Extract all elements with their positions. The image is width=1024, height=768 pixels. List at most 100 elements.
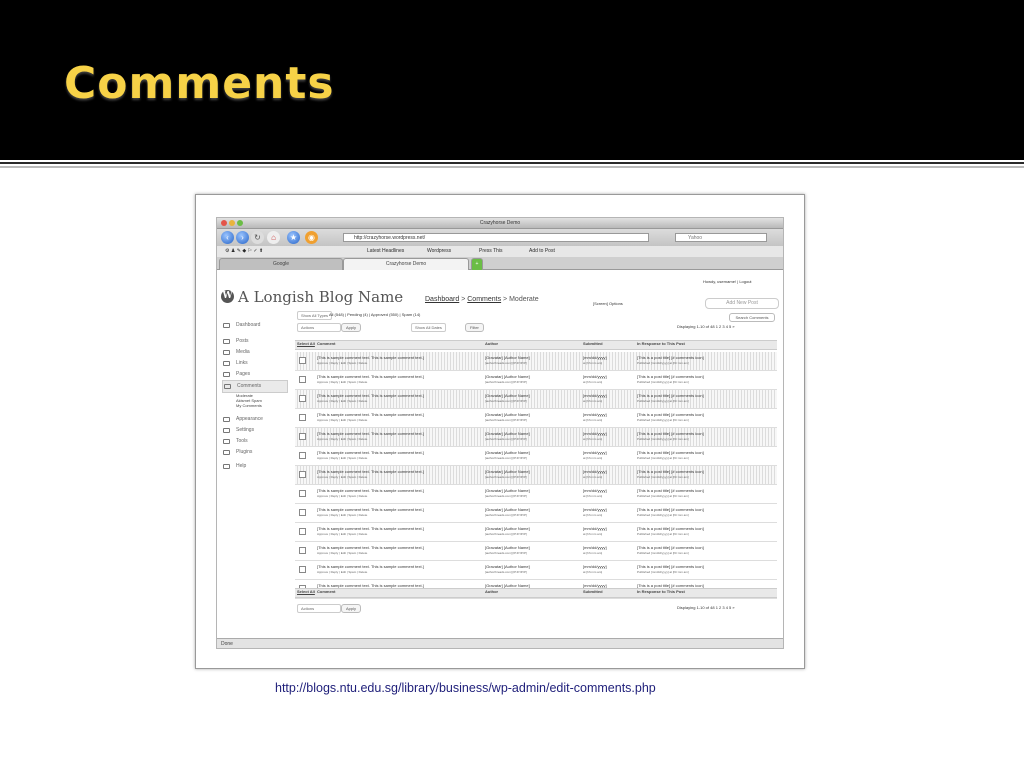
row-checkbox[interactable]	[299, 490, 306, 497]
row-checkbox[interactable]	[299, 414, 306, 421]
menu-item-settings[interactable]: Settings	[222, 425, 288, 436]
rss-icon[interactable]: ◉	[305, 231, 318, 244]
breadcrumb-comments[interactable]: Comments	[467, 296, 501, 303]
row-cell-subtext[interactable]: Approve | Reply | Edit | Spam | Delete	[317, 570, 367, 574]
address-bar[interactable]: http://crazyhorse.wordpress.net/	[343, 233, 649, 242]
breadcrumb-separator: >	[503, 296, 508, 303]
menu-item-appearance[interactable]: Appearance	[222, 414, 288, 425]
search-comments-button[interactable]: Search Comments	[729, 313, 775, 322]
filter-button[interactable]: Filter	[465, 323, 484, 332]
column-comment: Comment	[317, 589, 336, 594]
apply-button[interactable]: Apply	[341, 323, 362, 332]
menu-item-posts[interactable]: Posts	[222, 336, 288, 347]
table-row: [This is sample comment text. This is sa…	[295, 428, 777, 447]
row-checkbox[interactable]	[299, 452, 306, 459]
new-tab-icon[interactable]: +	[471, 258, 483, 270]
row-cell-subtext: [authorthreads.com] [IP.IP.IP.IP]	[485, 380, 527, 384]
row-cell-subtext[interactable]: Approve | Reply | Edit | Spam | Delete	[317, 399, 367, 403]
row-cell-subtext[interactable]: Approve | Reply | Edit | Spam | Delete	[317, 551, 367, 555]
row-cell-text: [This is sample comment text. This is sa…	[317, 374, 424, 379]
paging-links[interactable]: 1 2 3 4 5 »	[716, 605, 735, 610]
menu-item-plugins[interactable]: Plugins	[222, 447, 288, 458]
back-icon[interactable]: ‹	[221, 231, 234, 244]
row-checkbox[interactable]	[299, 395, 306, 402]
breadcrumb-dashboard[interactable]: Dashboard	[425, 296, 459, 303]
menu-item-links[interactable]: Links	[222, 358, 288, 369]
source-url-caption[interactable]: http://blogs.ntu.edu.sg/library/business…	[275, 681, 656, 695]
select-all-link[interactable]: Select All	[297, 341, 315, 346]
row-checkbox[interactable]	[299, 566, 306, 573]
row-cell-subtext[interactable]: Approve | Reply | Edit | Spam | Delete	[317, 456, 367, 460]
breadcrumb-separator: >	[461, 296, 466, 303]
row-cell-subtext[interactable]: Approve | Reply | Edit | Spam | Delete	[317, 494, 367, 498]
bulk-actions-select[interactable]: Actions	[297, 323, 341, 332]
howdy-user-links[interactable]: Howdy, username! | Logout	[703, 279, 752, 284]
bookmark-add-to-post[interactable]: Add to Post	[529, 246, 555, 257]
reload-icon[interactable]: ↻	[251, 231, 264, 244]
menu-item-dashboard[interactable]: Dashboard	[222, 320, 288, 331]
bookmark-press-this[interactable]: Press This	[479, 246, 503, 257]
table-row: [This is sample comment text. This is sa…	[295, 523, 777, 542]
tools-icon	[223, 439, 230, 444]
menu-item-comments[interactable]: Comments	[222, 380, 288, 393]
row-cell-text: [This is sample comment text. This is sa…	[317, 450, 424, 455]
menu-item-help[interactable]: Help	[222, 461, 288, 472]
media-icon	[223, 350, 230, 355]
browser-window: Crazyhorse Demo ‹ › ↻ ⌂ ★ ◉ http://crazy…	[216, 217, 784, 649]
table-row: [This is sample comment text. This is sa…	[295, 447, 777, 466]
row-checkbox[interactable]	[299, 433, 306, 440]
row-cell-subtext: at [hh:mm am]	[583, 456, 603, 460]
blog-name[interactable]: A Longish Blog Name	[238, 288, 403, 306]
tab-google[interactable]: Google	[219, 258, 343, 270]
row-checkbox[interactable]	[299, 357, 306, 364]
row-cell-subtext: [authorthreads.com] [IP.IP.IP.IP]	[485, 475, 527, 479]
menu-item-media[interactable]: Media	[222, 347, 288, 358]
row-cell-subtext: Published [mm/dd/yyyy] at [hh:mm am]	[637, 418, 689, 422]
window-title: Crazyhorse Demo	[479, 220, 521, 226]
dashboard-icon	[223, 323, 230, 328]
row-cell-subtext[interactable]: Approve | Reply | Edit | Spam | Delete	[317, 380, 367, 384]
tab-crazyhorse-demo[interactable]: Crazyhorse Demo	[343, 258, 469, 270]
row-cell-subtext[interactable]: Approve | Reply | Edit | Spam | Delete	[317, 361, 367, 365]
row-cell-subtext: at [hh:mm am]	[583, 437, 603, 441]
select-all-link[interactable]: Select All	[297, 589, 315, 594]
paging-count: Displaying 1-10 of 48	[677, 324, 715, 329]
row-checkbox[interactable]	[299, 376, 306, 383]
paging-links[interactable]: 1 2 3 4 5 »	[716, 324, 735, 329]
row-cell-text: [mm/dd/yyyy]	[583, 412, 607, 417]
date-filter-select[interactable]: Show All Dates	[411, 323, 446, 332]
row-cell-text: [mm/dd/yyyy]	[583, 355, 607, 360]
menu-item-tools[interactable]: Tools	[222, 436, 288, 447]
bulk-actions-select-bottom[interactable]: Actions	[297, 604, 341, 613]
row-cell-subtext[interactable]: Approve | Reply | Edit | Spam | Delete	[317, 418, 367, 422]
forward-icon[interactable]: ›	[236, 231, 249, 244]
add-new-post-dropdown[interactable]: Add New Post	[705, 298, 779, 309]
home-icon[interactable]: ⌂	[267, 231, 280, 244]
bookmarks-toolbar-icons: ⚙ ♟ ✎ ◆ ⚐ ✓ ⬆	[225, 248, 264, 254]
screen-options-button[interactable]: [Screen] Options	[593, 301, 623, 306]
type-filter-select[interactable]: Show All Types	[297, 311, 333, 320]
row-cell-text: [mm/dd/yyyy]	[583, 526, 607, 531]
row-cell-subtext[interactable]: Approve | Reply | Edit | Spam | Delete	[317, 513, 367, 517]
row-checkbox[interactable]	[299, 509, 306, 516]
status-filter-links[interactable]: All (548) | Pending (4) | Approved (550)…	[329, 312, 420, 317]
tab-strip: Google Crazyhorse Demo +	[217, 257, 783, 270]
row-checkbox[interactable]	[299, 471, 306, 478]
row-cell-subtext[interactable]: Approve | Reply | Edit | Spam | Delete	[317, 532, 367, 536]
table-row: [This is sample comment text. This is sa…	[295, 542, 777, 561]
bookmark-latest-headlines[interactable]: Latest Headlines	[367, 246, 404, 257]
menu-item-pages[interactable]: Pages	[222, 369, 288, 380]
row-cell-text: [Gravatar] [Author Name]	[485, 393, 530, 398]
row-checkbox[interactable]	[299, 528, 306, 535]
paging-count: Displaying 1-10 of 48	[677, 605, 715, 610]
search-field[interactable]: Yahoo	[675, 233, 767, 242]
row-cell-text: [This is a post title] [# comments icon]	[637, 507, 704, 512]
apply-button-bottom[interactable]: Apply	[341, 604, 362, 613]
row-cell-subtext[interactable]: Approve | Reply | Edit | Spam | Delete	[317, 475, 367, 479]
menu-item-label: Plugins	[236, 449, 253, 455]
bookmark-wordpress[interactable]: Wordpress	[427, 246, 451, 257]
star-bookmark-icon[interactable]: ★	[287, 231, 300, 244]
row-cell-text: [mm/dd/yyyy]	[583, 507, 607, 512]
row-checkbox[interactable]	[299, 547, 306, 554]
row-cell-subtext[interactable]: Approve | Reply | Edit | Spam | Delete	[317, 437, 367, 441]
